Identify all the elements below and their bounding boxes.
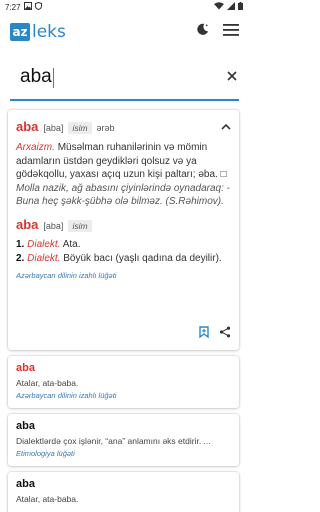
entry-word-2: aba xyxy=(16,216,39,232)
result-card[interactable]: aba Dialektlərdə çox işlənir, “ana” anla… xyxy=(8,414,239,466)
menu-icon[interactable] xyxy=(223,23,239,41)
dark-mode-icon[interactable] xyxy=(196,23,209,41)
result-card[interactable]: aba Atalar, ata-baba. xyxy=(8,472,239,512)
app-logo: az leks xyxy=(10,22,66,42)
result-word: aba xyxy=(16,478,35,490)
entry-pronunciation-2: [aba] xyxy=(43,220,64,231)
entry-word: aba xyxy=(16,118,39,134)
text-caret xyxy=(52,67,54,88)
signal-icon xyxy=(227,2,235,12)
app-bar: az leks xyxy=(0,14,249,50)
sense-item: 1. Dialekt. Ata. xyxy=(16,238,81,250)
result-word: aba xyxy=(16,362,35,374)
logo-mark: az xyxy=(10,23,30,41)
entry-definition: Arxaizm. Müsəlman ruhanilərinin və mömin… xyxy=(16,142,231,208)
bookmark-icon[interactable] xyxy=(199,325,209,343)
logo-text: leks xyxy=(32,22,66,42)
result-definition: Atalar, ata-baba. xyxy=(16,494,79,504)
result-card[interactable]: aba Atalar, ata-baba. Azərbaycan dilinin… xyxy=(8,356,239,408)
entry-pos-2: isim xyxy=(68,219,92,232)
wifi-icon xyxy=(214,2,224,12)
search-input[interactable]: aba xyxy=(20,66,52,87)
sense-item: 2. Dialekt. Böyük bacı (yaşlı qadına da … xyxy=(16,252,222,264)
status-bar: 7:27 xyxy=(0,0,249,14)
result-word: aba xyxy=(16,420,35,432)
entry-pos: isim xyxy=(68,121,92,134)
result-definition: Dialektlərdə çox işlənir, “ana” anlamını… xyxy=(16,436,211,446)
share-icon[interactable] xyxy=(219,325,231,343)
shield-icon xyxy=(34,1,42,12)
entry-origin: ərəb xyxy=(96,122,115,133)
collapse-icon[interactable] xyxy=(221,117,231,135)
battery-icon xyxy=(238,2,243,12)
status-time: 7:27 xyxy=(5,2,21,12)
entry-source[interactable]: Azərbaycan dilinin izahlı lüğəti xyxy=(16,271,231,280)
result-source[interactable]: Azərbaycan dilinin izahlı lüğəti xyxy=(16,391,231,400)
clear-icon[interactable] xyxy=(227,68,237,86)
search-field[interactable]: aba xyxy=(10,55,239,101)
gallery-icon xyxy=(23,2,32,12)
result-source[interactable]: Etimologiya lüğəti xyxy=(16,449,231,458)
entry-pronunciation: [aba] xyxy=(43,122,64,133)
result-definition: Atalar, ata-baba. xyxy=(16,378,79,388)
sense-list: 1. Dialekt. Ata. 2. Dialekt. Böyük bacı … xyxy=(16,238,231,266)
main-entry-card[interactable]: aba [aba] isim ərəb Arxaizm. Müsəlman ru… xyxy=(8,110,239,350)
